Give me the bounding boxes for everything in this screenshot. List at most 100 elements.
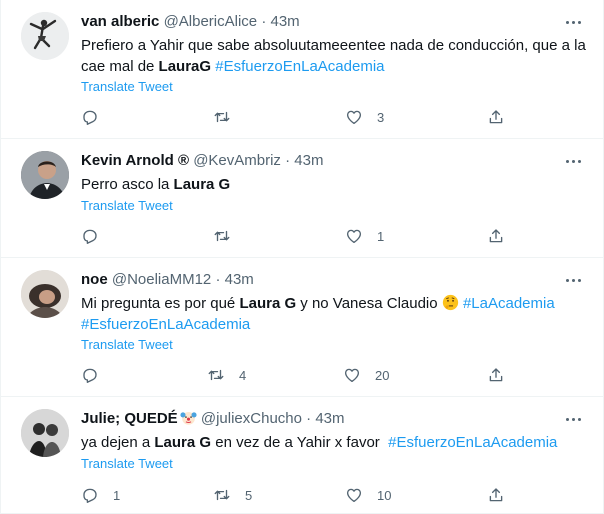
more-options-icon[interactable] (561, 151, 585, 171)
share-icon (489, 229, 503, 243)
timestamp[interactable]: 43m (315, 410, 344, 427)
hashtag-link[interactable]: #EsfuerzoEnLaAcademia (388, 434, 557, 451)
tweet-feed: van alberic @AlbericAlice · 43m Prefiero… (0, 0, 604, 514)
tweet[interactable]: Julie; QUEDÉ @juliexChucho · 43m ya deje… (1, 397, 603, 514)
share-icon (489, 368, 503, 382)
retweet-button[interactable]: 4 (207, 365, 246, 385)
separator-dot: · (215, 271, 221, 288)
share-icon (489, 110, 503, 124)
user-handle[interactable]: @AlbericAlice (164, 13, 258, 30)
timestamp[interactable]: 43m (294, 152, 323, 169)
heart-icon (344, 368, 360, 383)
hashtag-link[interactable]: #LaAcademia (463, 295, 555, 312)
tweet[interactable]: van alberic @AlbericAlice · 43m Prefiero… (1, 0, 603, 139)
bold-term: Laura G (154, 434, 212, 451)
reply-button[interactable]: 1 (81, 485, 120, 505)
bold-term: LauraG (158, 58, 212, 75)
person-avatar-icon (21, 151, 69, 199)
retweet-icon (208, 369, 224, 381)
more-options-icon[interactable] (561, 12, 585, 32)
tweet-text-part: y no Vanesa Claudio (296, 295, 442, 312)
reply-button[interactable] (81, 107, 113, 127)
avatar[interactable] (21, 270, 69, 318)
timestamp[interactable]: 43m (271, 13, 300, 30)
person-avatar-icon (21, 409, 69, 457)
display-name[interactable]: van alberic (81, 13, 159, 30)
avatar[interactable] (21, 12, 69, 60)
reply-icon (83, 229, 97, 244)
retweet-icon (214, 230, 230, 242)
share-button[interactable] (487, 107, 505, 127)
hashtag-link[interactable]: #EsfuerzoEnLaAcademia (215, 58, 384, 75)
translate-tweet-link[interactable]: Translate Tweet (81, 337, 173, 352)
avatar[interactable] (21, 409, 69, 457)
retweet-count: 4 (239, 367, 247, 383)
translate-tweet-link[interactable]: Translate Tweet (81, 198, 173, 213)
reply-button[interactable] (81, 226, 113, 246)
reply-icon (83, 368, 97, 383)
like-button[interactable]: 20 (343, 365, 389, 385)
user-handle[interactable]: @NoeliaMM12 (112, 271, 211, 288)
tweet-text: Perro asco la Laura G (81, 174, 587, 195)
retweet-count: 5 (245, 487, 253, 503)
retweet-icon (214, 111, 230, 123)
avatar[interactable] (21, 151, 69, 199)
more-options-icon[interactable] (561, 270, 585, 290)
retweet-button[interactable] (213, 107, 245, 127)
tweet-text-part: Mi pregunta es por qué (81, 295, 240, 312)
tweet-actions: 4 20 (81, 365, 521, 385)
thinking-face-emoji-icon (442, 294, 458, 311)
tweet[interactable]: noe @NoeliaMM12 · 43m Mi pregunta es por… (1, 258, 603, 397)
share-icon (489, 488, 503, 502)
timestamp[interactable]: 43m (225, 271, 254, 288)
like-count: 10 (377, 487, 392, 503)
display-name[interactable]: noe (81, 271, 108, 288)
like-count: 20 (375, 367, 390, 383)
like-count: 1 (377, 228, 385, 244)
separator-dot: · (261, 13, 267, 30)
share-button[interactable] (487, 485, 505, 505)
tweet-header: Kevin Arnold ® @KevAmbriz · 43m (81, 151, 563, 171)
separator-dot: · (285, 152, 291, 169)
translate-tweet-link[interactable]: Translate Tweet (81, 79, 173, 94)
tweet-text-part: Perro asco la (81, 176, 174, 193)
like-button[interactable]: 10 (345, 485, 391, 505)
person-avatar-icon (21, 270, 69, 318)
display-name[interactable]: Kevin Arnold ® (81, 152, 189, 169)
hashtag-link[interactable]: #EsfuerzoEnLaAcademia (81, 316, 250, 333)
tweet-header: noe @NoeliaMM12 · 43m (81, 270, 563, 290)
display-name[interactable]: Julie; QUEDÉ (81, 410, 178, 427)
tweet-header: van alberic @AlbericAlice · 43m (81, 12, 563, 32)
share-button[interactable] (487, 365, 505, 385)
tweet-header: Julie; QUEDÉ @juliexChucho · 43m (81, 409, 563, 429)
tweet-actions: 1 (81, 226, 521, 246)
share-button[interactable] (487, 226, 505, 246)
reply-icon (83, 110, 97, 125)
like-button[interactable]: 3 (345, 107, 384, 127)
like-count: 3 (377, 109, 385, 125)
clown-face-emoji-icon (180, 411, 197, 425)
tweet-text: ya dejen a Laura G en vez de a Yahir x f… (81, 432, 587, 453)
tweet[interactable]: Kevin Arnold ® @KevAmbriz · 43m Perro as… (1, 139, 603, 258)
reply-icon (83, 488, 97, 503)
translate-tweet-link[interactable]: Translate Tweet (81, 456, 173, 471)
user-handle[interactable]: @KevAmbriz (193, 152, 281, 169)
heart-icon (346, 110, 362, 125)
user-handle[interactable]: @juliexChucho (201, 410, 302, 427)
tweet-actions: 3 (81, 107, 521, 127)
tweet-text-part: ya dejen a (81, 434, 155, 451)
dancer-avatar-icon (21, 12, 69, 60)
heart-icon (346, 229, 362, 244)
tweet-actions: 1 5 10 (81, 485, 521, 505)
like-button[interactable]: 1 (345, 226, 384, 246)
reply-button[interactable] (81, 365, 113, 385)
tweet-text: Prefiero a Yahir que sabe absoluutameeen… (81, 35, 587, 77)
tweet-text-part: en vez de a Yahir x favor (211, 434, 389, 451)
bold-term: Laura G (173, 176, 231, 193)
retweet-button[interactable]: 5 (213, 485, 252, 505)
tweet-text: Mi pregunta es por qué Laura G y no Vane… (81, 293, 587, 335)
separator-dot: · (306, 410, 312, 427)
retweet-button[interactable] (213, 226, 245, 246)
more-options-icon[interactable] (561, 409, 585, 429)
retweet-icon (214, 489, 230, 501)
